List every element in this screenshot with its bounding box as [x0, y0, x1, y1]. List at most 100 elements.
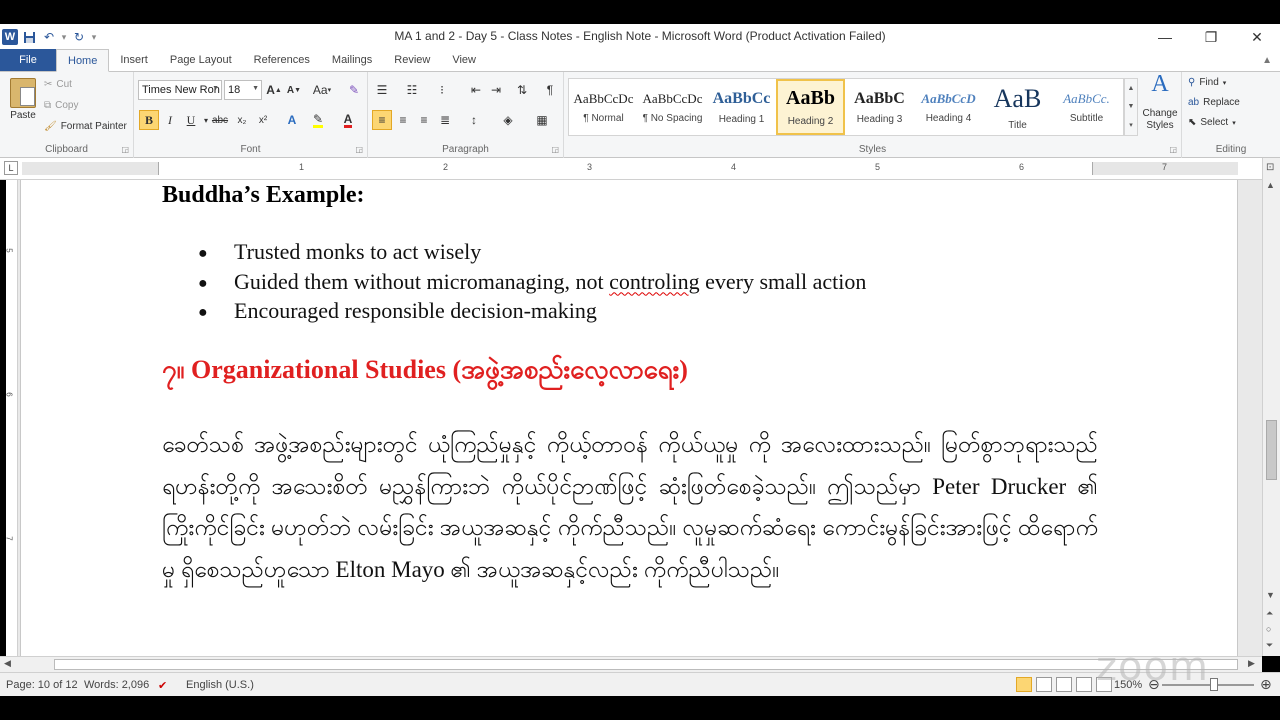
chevron-down-icon[interactable]: ▼ [1128, 103, 1135, 110]
scroll-up-icon[interactable]: ▲ [1266, 180, 1275, 190]
style-heading-3[interactable]: AaBbC Heading 3 [845, 79, 914, 135]
select-browse-object-icon[interactable]: ○ [1266, 624, 1271, 634]
scroll-left-icon[interactable]: ◀ [4, 658, 11, 669]
change-styles-button[interactable]: A Change Styles [1141, 72, 1179, 132]
font-launcher-icon[interactable]: ◲ [355, 145, 363, 154]
copy-button[interactable]: ⧉ Copy [44, 100, 79, 111]
tab-home[interactable]: Home [56, 49, 110, 72]
font-color-icon[interactable]: A [338, 110, 358, 130]
tab-view[interactable]: View [441, 49, 487, 71]
numbering-icon[interactable]: ☷ [402, 80, 422, 100]
align-left-button[interactable]: ≡ [372, 110, 392, 130]
tab-review[interactable]: Review [383, 49, 441, 71]
justify-button[interactable]: ≣ [435, 110, 455, 130]
styles-scroll[interactable]: ▲ ▼ ▾ [1124, 78, 1138, 136]
redo-icon[interactable]: ↻ [70, 28, 88, 46]
web-layout-button[interactable] [1056, 677, 1072, 692]
print-layout-view-button[interactable] [1016, 677, 1032, 692]
strikethrough-button[interactable]: abc [210, 110, 230, 130]
style-heading-1[interactable]: AaBbCc Heading 1 [707, 79, 776, 135]
tab-insert[interactable]: Insert [109, 49, 159, 71]
scroll-right-icon[interactable]: ▶ [1248, 658, 1255, 669]
paragraph-launcher-icon[interactable]: ◲ [551, 145, 559, 154]
word-app-icon[interactable]: W [2, 29, 18, 45]
shrink-font-icon[interactable]: A ▼ [284, 80, 304, 100]
superscript-button[interactable]: x² [253, 110, 273, 130]
change-case-icon[interactable]: Aa ▾ [312, 80, 332, 100]
letterbox-top [0, 0, 1280, 24]
zoom-in-icon[interactable]: ⊕ [1260, 676, 1272, 693]
italic-button[interactable]: I [160, 110, 180, 130]
format-painter-button[interactable]: 🖌 Format Painter [44, 121, 127, 132]
clipboard-launcher-icon[interactable]: ◲ [121, 145, 129, 154]
style-subtitle[interactable]: AaBbCc. Subtitle [1052, 79, 1121, 135]
font-name-select[interactable]: Times New Ron ▼ [138, 80, 222, 100]
tab-references[interactable]: References [243, 49, 321, 71]
minimize-button[interactable]: — [1142, 24, 1188, 50]
borders-icon[interactable]: ▦ [532, 110, 552, 130]
horizontal-scrollbar[interactable]: ◀ ▶ [0, 656, 1262, 672]
misspelled-word[interactable]: controling [609, 268, 699, 298]
tab-selector[interactable]: L [4, 161, 18, 175]
undo-dropdown-icon[interactable]: ▾ [60, 32, 68, 43]
undo-icon[interactable]: ↶ [40, 28, 58, 46]
line-spacing-icon[interactable]: ↕ [464, 110, 484, 130]
tab-file[interactable]: File [0, 49, 56, 71]
cut-button[interactable]: ✂ Cut [44, 79, 72, 90]
page-count[interactable]: Page: 10 of 12 [6, 679, 78, 691]
vertical-scrollbar[interactable]: ⊡ ▲ ▼ ⏶ ○ ⏷ [1262, 158, 1280, 656]
align-right-button[interactable]: ≡ [414, 110, 434, 130]
full-screen-reading-button[interactable] [1036, 677, 1052, 692]
previous-page-icon[interactable]: ⏶ [1266, 608, 1273, 619]
select-button[interactable]: ⬉ Select ▾ [1188, 117, 1236, 128]
multilevel-list-icon[interactable]: ⁝ [432, 80, 452, 100]
increase-indent-icon[interactable]: ⇥ [486, 80, 506, 100]
tab-page-layout[interactable]: Page Layout [159, 49, 243, 71]
shading-icon[interactable]: ◈ [498, 110, 518, 130]
minimize-ribbon-icon[interactable]: ▲ [1262, 55, 1272, 66]
language-indicator[interactable]: English (U.S.) [186, 679, 254, 691]
close-button[interactable]: ✕ [1234, 24, 1280, 50]
ruler-toggle-icon[interactable]: ⊡ [1266, 162, 1274, 173]
document-page[interactable]: Buddha’s Example: ● Trusted monks to act … [20, 180, 1238, 656]
find-button[interactable]: ⚲ Find ▾ [1188, 77, 1226, 88]
font-size-select[interactable]: 18 ▼ [224, 80, 262, 100]
horizontal-ruler-row: L 1 2 3 4 5 6 7 [0, 158, 1280, 180]
restore-button[interactable]: ❐ [1188, 24, 1234, 50]
style-normal[interactable]: AaBbCcDc ¶ Normal [569, 79, 638, 135]
vertical-ruler[interactable]: 5 6 7 [5, 180, 18, 656]
chevron-up-icon[interactable]: ▲ [1128, 85, 1135, 92]
ruler-number: 1 [299, 162, 305, 172]
style-title[interactable]: AaB Title [983, 79, 1052, 135]
scrollbar-thumb[interactable] [1266, 420, 1277, 480]
save-icon[interactable] [20, 28, 38, 46]
zoom-slider-thumb[interactable] [1210, 678, 1219, 691]
show-marks-icon[interactable]: ¶ [540, 80, 560, 100]
highlight-icon[interactable]: ✎ [308, 110, 328, 130]
style-heading-4[interactable]: AaBbCcD Heading 4 [914, 79, 983, 135]
sort-icon[interactable]: ⇅ [512, 80, 532, 100]
horizontal-ruler[interactable]: 1 2 3 4 5 6 7 [22, 162, 1238, 175]
next-page-icon[interactable]: ⏷ [1266, 640, 1273, 651]
outline-view-button[interactable] [1076, 677, 1092, 692]
subscript-button[interactable]: x₂ [232, 110, 252, 130]
styles-launcher-icon[interactable]: ◲ [1169, 145, 1177, 154]
horizontal-scrollbar-thumb[interactable] [54, 659, 1238, 670]
decrease-indent-icon[interactable]: ⇤ [466, 80, 486, 100]
proofing-icon[interactable]: ✔ [158, 679, 167, 692]
clear-formatting-icon[interactable]: ✎ [344, 80, 364, 100]
tab-mailings[interactable]: Mailings [321, 49, 383, 71]
customize-qat-icon[interactable]: ▾ [90, 32, 98, 43]
text-effects-icon[interactable]: A [282, 110, 302, 130]
bold-button[interactable]: B [139, 110, 159, 130]
scroll-down-icon[interactable]: ▼ [1266, 590, 1275, 600]
more-icon[interactable]: ▾ [1129, 121, 1133, 129]
replace-button[interactable]: ab Replace [1188, 97, 1240, 108]
bullets-icon[interactable]: ☰ [372, 80, 392, 100]
paste-button[interactable]: Paste [6, 78, 40, 121]
align-center-button[interactable]: ≡ [393, 110, 413, 130]
style-no-spacing[interactable]: AaBbCcDc ¶ No Spacing [638, 79, 707, 135]
word-count[interactable]: Words: 2,096 [84, 679, 149, 691]
style-heading-2[interactable]: AaBb Heading 2 [776, 79, 845, 135]
grow-font-icon[interactable]: A ▲ [264, 80, 284, 100]
